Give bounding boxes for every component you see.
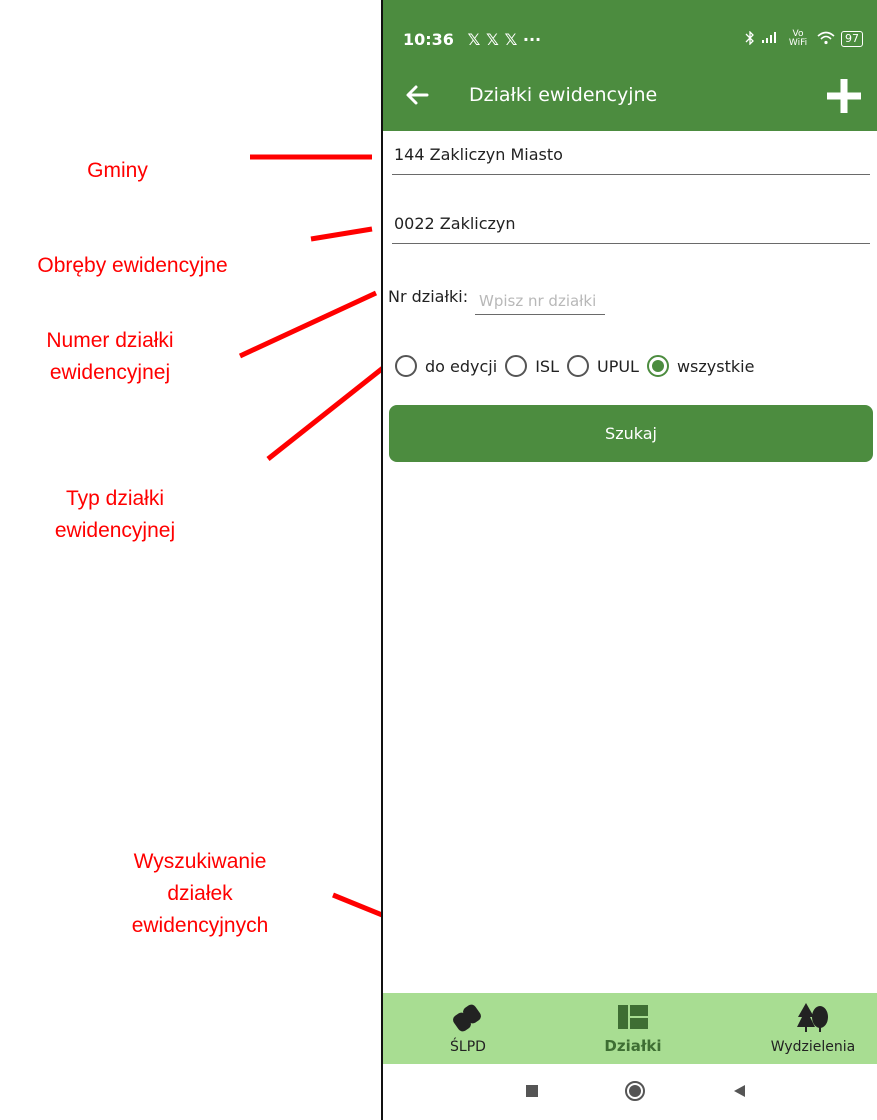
radio-label: ISL [535, 356, 559, 376]
status-bar: 10:36 𝕏 𝕏 𝕏 ··· Vo WiFi 97 [403, 30, 873, 54]
battery-indicator: 97 [841, 31, 863, 47]
obreby-pointer-line [310, 226, 373, 242]
app-header: 10:36 𝕏 𝕏 𝕏 ··· Vo WiFi 97 Działki ewide… [383, 0, 877, 131]
radio-circle [566, 355, 589, 377]
obreb-value: 0022 Zakliczyn [394, 214, 516, 233]
binoculars-icon [453, 1004, 481, 1032]
radio-circle-selected [646, 355, 669, 377]
radio-label: do edycji [425, 356, 498, 376]
bluetooth-icon [745, 29, 755, 48]
wifi-icon [817, 31, 835, 48]
radio-upul[interactable]: UPUL [566, 355, 639, 377]
annotation-wyszukiwanie: Wyszukiwanie działek ewidencyjnych [100, 846, 300, 942]
bottom-navigation: ŚLPD Działki Wydzielenia [383, 993, 877, 1064]
nav-item-slpd[interactable]: ŚLPD [423, 993, 513, 1064]
gmina-select[interactable]: 144 Zakliczyn Miasto [392, 137, 870, 175]
annotation-typ-line2: ewidencyjnej [54, 519, 176, 542]
trees-icon [797, 1003, 828, 1032]
top-app-bar: Działki ewidencyjne [383, 75, 877, 119]
page-title: Działki ewidencyjne [469, 84, 658, 106]
radio-isl[interactable]: ISL [505, 355, 559, 377]
annotation-typ: Typ działki ewidencyjnej [15, 483, 215, 547]
system-back-button[interactable] [725, 1076, 755, 1106]
annotation-numer-line2: ewidencyjnej [49, 361, 171, 384]
add-button[interactable] [823, 75, 865, 117]
nr-dzialki-label: Nr działki: [388, 287, 469, 306]
signal-icon [761, 31, 779, 47]
search-button[interactable]: Szukaj [389, 405, 873, 462]
annotation-obreby: Obręby ewidencyjne [37, 254, 228, 277]
radio-wszystkie[interactable]: wszystkie [646, 355, 755, 377]
grid-map-icon [618, 1005, 648, 1029]
typ-pointer-line [266, 362, 390, 461]
home-button[interactable] [620, 1076, 650, 1106]
system-navigation-bar [383, 1064, 877, 1120]
status-time-text: 10:36 [403, 30, 454, 49]
annotation-wysz-line3: ewidencyjnych [131, 914, 269, 937]
status-time: 10:36 𝕏 𝕏 𝕏 ··· [403, 30, 541, 49]
numer-pointer-line [238, 290, 378, 359]
back-triangle-icon [734, 1085, 745, 1097]
nr-dzialki-input[interactable] [475, 283, 605, 315]
radio-do-edycji[interactable]: do edycji [395, 355, 497, 377]
radio-circle [395, 355, 417, 377]
obreb-select[interactable]: 0022 Zakliczyn [392, 206, 870, 244]
back-button[interactable] [401, 78, 435, 112]
arrow-left-icon [406, 85, 429, 105]
gmina-value: 144 Zakliczyn Miasto [394, 145, 563, 164]
nav-item-dzialki[interactable]: Działki [588, 993, 678, 1064]
recents-square-icon [526, 1085, 538, 1097]
plus-icon [827, 79, 861, 113]
annotation-typ-line1: Typ działki [65, 487, 165, 510]
annotation-numer: Numer działki ewidencyjnej [10, 325, 210, 389]
status-right: Vo WiFi 97 [745, 30, 863, 48]
nav-label-wydzielenia: Wydzielenia [770, 1039, 856, 1055]
annotation-wysz-line2: działek [167, 882, 233, 905]
phone-screen: 10:36 𝕏 𝕏 𝕏 ··· Vo WiFi 97 Działki ewide… [381, 0, 877, 1120]
radio-label: UPUL [596, 356, 639, 376]
radio-circle [505, 355, 528, 377]
search-button-label: Szukaj [605, 424, 657, 443]
annotation-gminy: Gminy [87, 159, 148, 182]
vowifi-text: Vo WiFi [788, 29, 808, 48]
nav-item-wydzielenia[interactable]: Wydzielenia [753, 993, 873, 1064]
recents-button[interactable] [517, 1076, 547, 1106]
radio-label: wszystkie [676, 356, 755, 376]
typ-radio-group: do edycji ISL UPUL wszystkie [395, 350, 762, 382]
home-circle-icon [625, 1081, 645, 1101]
notification-icons: 𝕏 𝕏 𝕏 ··· [467, 30, 542, 49]
annotation-numer-line1: Numer działki [46, 329, 174, 352]
annotation-wysz-line1: Wyszukiwanie [133, 850, 267, 873]
nav-label-slpd: ŚLPD [450, 1039, 486, 1055]
nav-label-dzialki: Działki [604, 1037, 662, 1055]
